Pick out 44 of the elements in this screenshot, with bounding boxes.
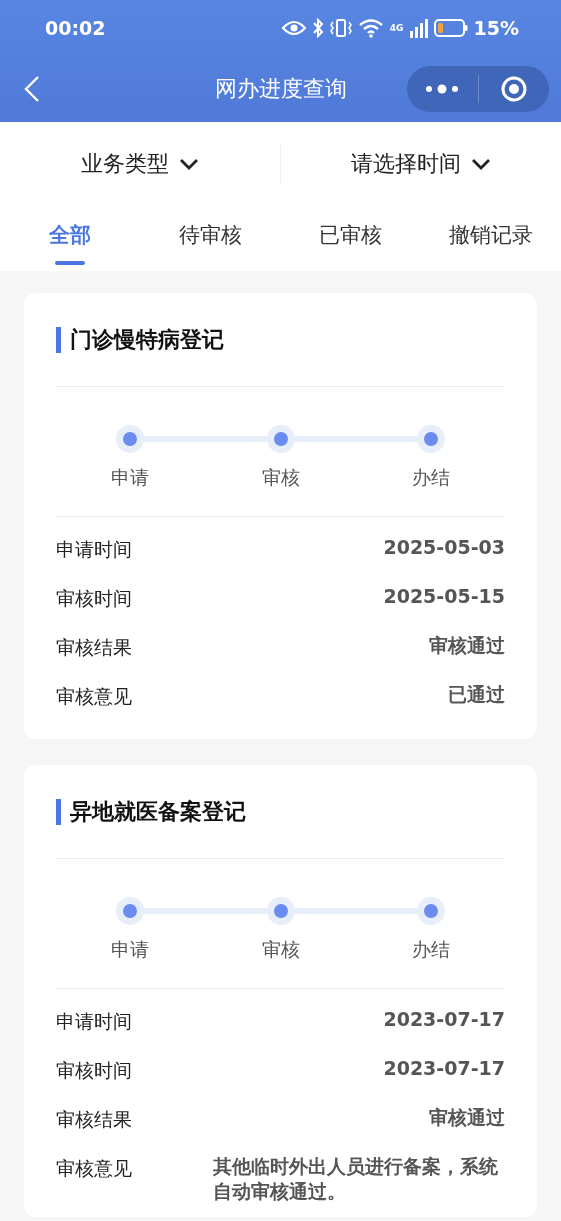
field-label: 审核结果 — [56, 1107, 132, 1132]
tab[interactable]: 待审核 — [140, 205, 281, 271]
card-title: 异地就医备案登记 — [56, 798, 246, 825]
field-value: 2023-07-17 — [383, 1056, 505, 1081]
eye-icon — [281, 19, 306, 36]
network-type: 4G — [389, 22, 404, 33]
field-label: 申请时间 — [56, 537, 132, 562]
tab[interactable]: 已审核 — [280, 205, 421, 271]
bluetooth-icon — [311, 17, 324, 38]
field-value: 已通过 — [448, 682, 505, 707]
battery-percent: 15% — [473, 16, 519, 39]
chevron-down-icon — [471, 157, 491, 170]
field-value: 2025-05-15 — [383, 584, 505, 609]
step-label: 申请 — [111, 465, 149, 490]
step-label: 申请 — [111, 937, 149, 962]
field-value: 其他临时外出人员进行备案，系统自动审核通过。 — [213, 1154, 499, 1204]
field-label: 申请时间 — [56, 1009, 132, 1034]
battery-icon — [433, 18, 468, 37]
card-title: 门诊慢特病登记 — [56, 326, 224, 353]
field-label: 审核结果 — [56, 635, 132, 660]
back-icon[interactable] — [24, 74, 40, 103]
filter-dropdown[interactable]: 业务类型 — [0, 147, 280, 180]
step-label: 办结 — [412, 465, 450, 490]
field-value: 审核通过 — [429, 1105, 505, 1130]
field-label: 审核意见 — [56, 684, 132, 709]
tab[interactable]: 撤销记录 — [420, 205, 561, 271]
page-title: 网办进度查询 — [214, 75, 347, 101]
status-time: 00:02 — [45, 16, 106, 39]
vibrate-icon — [329, 17, 352, 38]
chevron-down-icon — [179, 157, 199, 170]
field-value: 2025-05-03 — [383, 535, 505, 560]
field-value: 审核通过 — [429, 633, 505, 658]
field-label: 审核意见 — [56, 1156, 132, 1181]
filter-dropdown[interactable]: 请选择时间 — [281, 147, 561, 180]
field-label: 审核时间 — [56, 1058, 132, 1083]
step-label: 办结 — [412, 937, 450, 962]
more-icon — [425, 82, 460, 95]
field-value: 2023-07-17 — [383, 1007, 505, 1032]
field-label: 审核时间 — [56, 586, 132, 611]
tab[interactable]: 全部 — [0, 205, 141, 271]
signal-icon — [409, 17, 428, 38]
step-label: 审核 — [261, 465, 300, 490]
step-label: 审核 — [261, 937, 300, 962]
wifi-icon — [357, 17, 384, 38]
